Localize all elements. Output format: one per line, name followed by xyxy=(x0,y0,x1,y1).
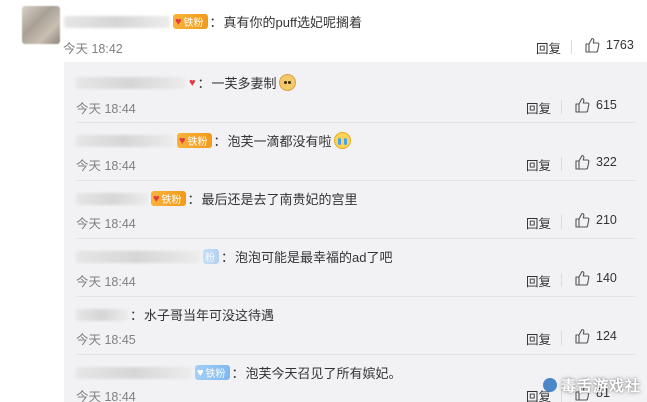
fan-badge: ♥ 铁粉 xyxy=(195,365,230,380)
fan-badge: ♥ 铁粉 xyxy=(173,14,208,29)
like-count: 124 xyxy=(596,329,617,343)
reply-time: 今天 18:44 xyxy=(76,102,136,116)
divider xyxy=(561,273,562,287)
reply-button[interactable]: 回复 xyxy=(526,271,551,290)
thumbs-up-icon xyxy=(585,37,600,53)
divider xyxy=(561,157,562,171)
reply-button[interactable]: 回复 xyxy=(526,98,551,117)
like-count: 210 xyxy=(596,213,617,227)
username[interactable] xyxy=(64,15,170,28)
reply-time: 今天 18:45 xyxy=(76,333,136,347)
reply-time: 今天 18:44 xyxy=(76,390,136,402)
separator xyxy=(76,180,636,181)
thumbs-up-icon xyxy=(575,97,590,113)
fan-badge: ♥ 铁粉 xyxy=(151,191,186,206)
colon: ： xyxy=(209,15,223,30)
like-button[interactable]: 210 xyxy=(574,212,617,228)
reply-text: 泡泡可能是最幸福的ad了吧 xyxy=(235,250,393,265)
like-button[interactable]: 1763 xyxy=(584,37,634,53)
comment-text: 真有你的puff选妃呢搁着 xyxy=(223,15,362,30)
reply-line: ♥ 铁粉 ： 最后还是去了南贵妃的宫里 xyxy=(76,189,358,208)
divider xyxy=(561,331,562,345)
reply-button[interactable]: 回复 xyxy=(526,213,551,232)
reply-time: 今天 18:44 xyxy=(76,159,136,173)
fan-badge: 粉 xyxy=(203,249,219,264)
reply-line: ♥ 铁粉 ： 泡芙今天召见了所有嫔妃。 xyxy=(76,363,402,382)
separator xyxy=(76,354,636,355)
divider xyxy=(571,40,572,54)
reply-line: 粉 ： 泡泡可能是最幸福的ad了吧 xyxy=(76,247,392,266)
heart-icon: ♥ xyxy=(175,15,182,28)
divider xyxy=(561,100,562,114)
avatar[interactable] xyxy=(22,6,60,44)
heart-icon: ♥ xyxy=(197,366,204,379)
like-count: 322 xyxy=(596,155,617,169)
comment-time: 今天 18:42 xyxy=(63,42,123,56)
like-button[interactable]: 322 xyxy=(574,154,617,170)
comment-line: ♥ 铁粉 ： 真有你的puff选妃呢搁着 xyxy=(64,12,362,31)
heart-icon: ♥ xyxy=(153,192,160,205)
username[interactable] xyxy=(76,308,128,321)
separator xyxy=(76,122,636,123)
thumbs-up-icon xyxy=(575,328,590,344)
like-button[interactable]: 124 xyxy=(574,328,617,344)
reply-button[interactable]: 回复 xyxy=(526,329,551,348)
reply-line: ♥ ： 一芙多妻制 xyxy=(76,73,296,92)
separator xyxy=(76,238,636,239)
reply-button[interactable]: 回复 xyxy=(536,38,561,57)
reply-line: ： 水子哥当年可没这待遇 xyxy=(76,305,274,324)
reply-text: 水子哥当年可没这待遇 xyxy=(144,308,275,323)
reply-text: 最后还是去了南贵妃的宫里 xyxy=(201,192,358,207)
username[interactable] xyxy=(76,76,186,89)
separator xyxy=(76,296,636,297)
heart-icon: ♥ xyxy=(179,134,186,147)
fan-badge: ♥ 铁粉 xyxy=(177,133,212,148)
reply-button[interactable]: 回复 xyxy=(526,155,551,174)
thumbs-up-icon xyxy=(575,270,590,286)
watermark: 毒舌游戏社 xyxy=(542,375,641,396)
like-button[interactable]: 140 xyxy=(574,270,617,286)
divider xyxy=(561,215,562,229)
reply-text: 泡芙今天召见了所有嫔妃。 xyxy=(245,366,402,381)
top-comment: ♥ 铁粉 ： 真有你的puff选妃呢搁着 今天 18:42 回复 1763 xyxy=(0,0,647,62)
like-count: 140 xyxy=(596,271,617,285)
username[interactable] xyxy=(76,134,174,147)
reply-text: 泡芙一滴都没有啦 xyxy=(227,134,332,149)
crying-emoji-icon xyxy=(333,132,351,149)
thumbs-up-icon xyxy=(575,212,590,228)
doge-emoji-icon xyxy=(278,74,296,91)
thumbs-up-icon xyxy=(575,154,590,170)
like-count: 1763 xyxy=(606,38,634,52)
like-button[interactable]: 615 xyxy=(574,97,617,113)
reply-text: 一芙多妻制 xyxy=(211,76,277,91)
replies-panel xyxy=(64,62,647,402)
username[interactable] xyxy=(76,192,148,205)
heart-icon: ♥ xyxy=(189,76,196,89)
reply-line: ♥ 铁粉 ： 泡芙一滴都没有啦 xyxy=(76,131,351,150)
reply-time: 今天 18:44 xyxy=(76,217,136,231)
like-count: 615 xyxy=(596,98,617,112)
username[interactable] xyxy=(76,366,192,379)
reply-time: 今天 18:44 xyxy=(76,275,136,289)
username[interactable] xyxy=(76,250,200,263)
logo-icon xyxy=(542,378,557,392)
